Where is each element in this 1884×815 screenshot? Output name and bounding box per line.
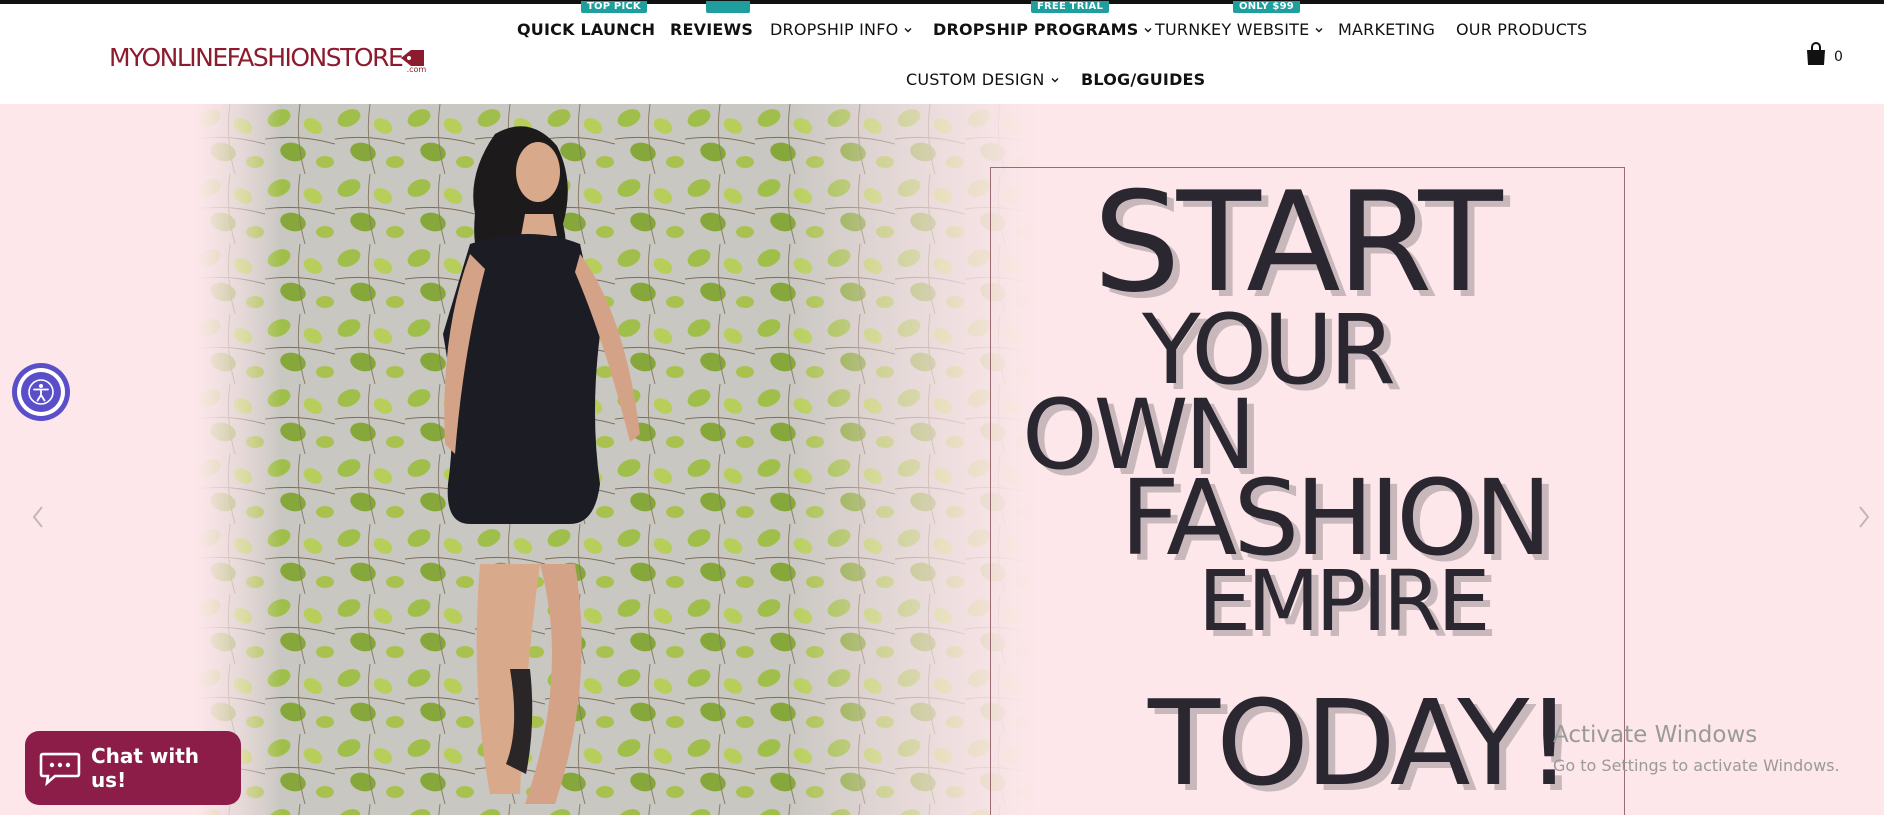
accessibility-button[interactable] [12, 363, 70, 421]
chevron-down-icon [1315, 27, 1323, 32]
chevron-down-icon [1051, 77, 1059, 82]
headline-frame [990, 167, 1625, 815]
nav-dropship-programs[interactable]: FREE TRIAL DROPSHIP PROGRAMS [933, 1, 1153, 39]
nav-blog-guides[interactable]: BLOG/GUIDES [1081, 70, 1205, 89]
watermark-subtitle: Go to Settings to activate Windows. [1553, 756, 1840, 775]
accessibility-icon [28, 379, 54, 405]
hero-banner[interactable]: START YOUR OWN FASHION EMPIRE TODAY! [0, 104, 1884, 815]
nav-label: REVIEWS [670, 20, 754, 39]
nav-marketing[interactable]: MARKETING [1338, 20, 1435, 39]
main-navigation: TOP PICK QUICK LAUNCH REVIEWS DROPSHIP I… [0, 1, 1884, 104]
cart-count: 0 [1834, 49, 1843, 65]
chat-bubble-icon [39, 752, 81, 786]
nav-quick-launch[interactable]: TOP PICK QUICK LAUNCH [517, 1, 656, 39]
slider-prev-arrow-icon[interactable] [26, 498, 50, 536]
nav-label: OUR PRODUCTS [1456, 20, 1588, 39]
nav-turnkey-website[interactable]: ONLY $99 TURNKEY WEBSITE [1155, 1, 1324, 39]
nav-badge-price: ONLY $99 [1233, 1, 1300, 13]
nav-dropship-info[interactable]: DROPSHIP INFO [770, 20, 913, 39]
chevron-down-icon [904, 27, 912, 32]
accessibility-core [21, 372, 61, 412]
nav-label: DROPSHIP PROGRAMS [933, 20, 1139, 39]
nav-label: MARKETING [1338, 20, 1436, 39]
chat-widget-button[interactable]: Chat with us! [25, 731, 241, 805]
nav-label: DROPSHIP INFO [770, 20, 899, 39]
windows-activation-watermark: Activate Windows Go to Settings to activ… [1553, 722, 1840, 775]
nav-custom-design[interactable]: CUSTOM DESIGN [906, 70, 1060, 89]
nav-badge-reviews [706, 1, 750, 13]
nav-label: TURNKEY WEBSITE [1155, 20, 1310, 39]
nav-label: CUSTOM DESIGN [906, 70, 1045, 89]
nav-label: BLOG/GUIDES [1081, 70, 1206, 89]
chat-label: Chat with us! [90, 744, 200, 792]
nav-our-products[interactable]: OUR PRODUCTS [1456, 20, 1587, 39]
watermark-title: Activate Windows [1553, 722, 1758, 748]
chevron-down-icon [1144, 27, 1152, 32]
cart-button[interactable]: 0 [1804, 42, 1843, 66]
accessibility-ring [17, 368, 65, 416]
nav-badge-top-pick: TOP PICK [581, 1, 647, 13]
nav-label: QUICK LAUNCH [517, 20, 656, 39]
shopping-bag-icon [1807, 42, 1825, 65]
nav-reviews[interactable]: REVIEWS [670, 1, 754, 39]
nav-badge-free-trial: FREE TRIAL [1031, 1, 1110, 13]
site-header: MYONLINEFASHIONSTORE .com TOP PICK QUICK… [0, 1, 1884, 104]
slider-next-arrow-icon[interactable] [1852, 498, 1876, 536]
